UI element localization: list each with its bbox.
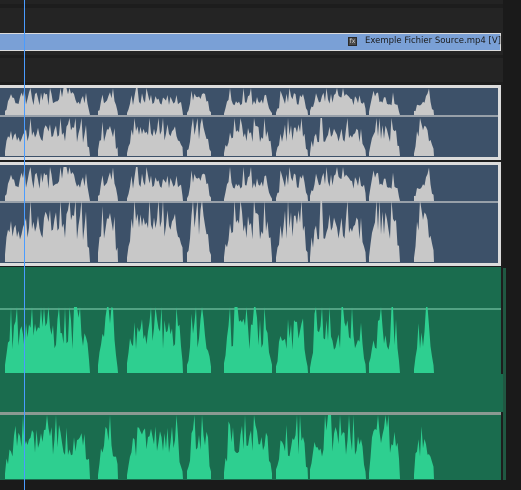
waveform-a1 [0,88,498,156]
video-track-v2 [0,8,503,30]
waveform-channel-r [5,200,434,262]
fx-badge-icon[interactable]: fx [348,37,357,46]
audio-clip-a3[interactable] [0,267,501,374]
waveform-channel-l [5,118,434,156]
waveform-a3 [0,307,501,373]
time-ruler[interactable] [0,0,521,4]
waveform-channel [5,307,434,373]
waveform-channel-r [5,88,434,115]
track-edge-marker [503,268,506,480]
video-clip-name: Exemple Fichier Source.mp4 [V] [365,36,501,46]
audio-clip-a4[interactable] [0,415,501,480]
timeline-bottom [0,480,503,490]
video-clip[interactable]: fx Exemple Fichier Source.mp4 [V] [0,33,501,51]
audio-track-gap [0,374,503,412]
audio-clip-a1[interactable] [0,85,501,160]
waveform-a2 [0,167,498,262]
waveform-a4 [5,415,434,479]
audio-clip-a2[interactable] [0,162,501,266]
empty-track-area [0,58,503,82]
waveform-channel-l [5,167,434,201]
waveform-channel [5,415,434,479]
playhead-line[interactable] [24,0,25,490]
